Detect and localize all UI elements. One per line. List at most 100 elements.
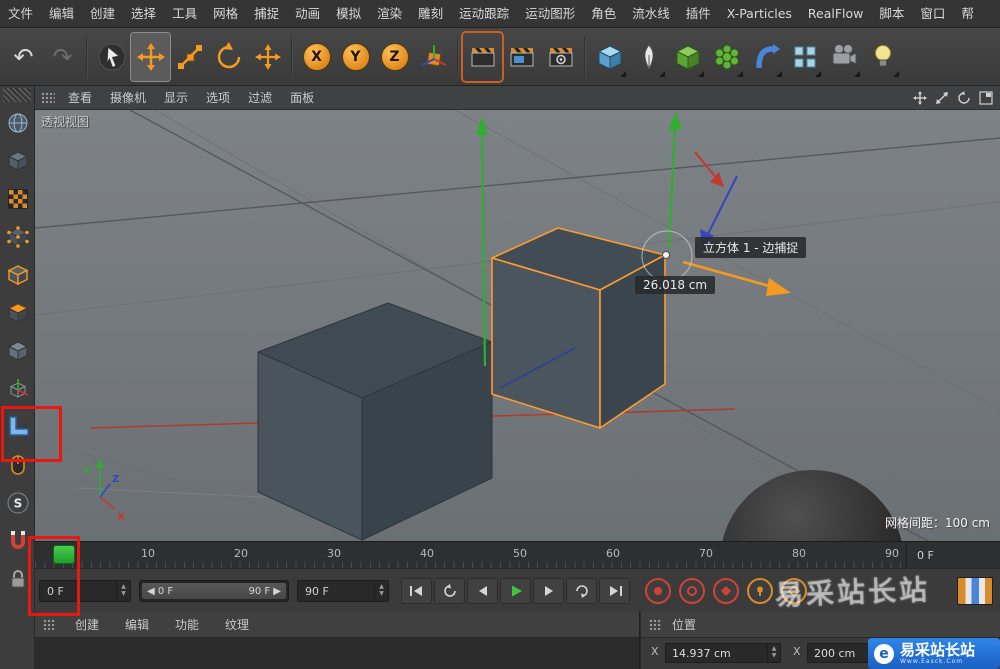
panel-drag-handle[interactable] xyxy=(43,619,56,630)
live-selection-button[interactable] xyxy=(92,33,131,81)
record-keyframe-button[interactable] xyxy=(645,578,671,604)
frame-stepper[interactable]: ▲ ▼ xyxy=(116,581,130,601)
light-button[interactable] xyxy=(863,33,902,81)
texture-mode-button[interactable] xyxy=(0,180,35,218)
previous-frame-button[interactable] xyxy=(467,578,498,604)
menubar-item[interactable]: 运动图形 xyxy=(517,0,583,27)
scale-tool-button[interactable] xyxy=(170,33,209,81)
autokey-button[interactable] xyxy=(679,578,705,604)
menubar-item[interactable]: 文件 xyxy=(0,0,41,27)
undo-button[interactable]: ↶ xyxy=(4,33,43,81)
material-menu-item[interactable]: 编辑 xyxy=(112,616,162,633)
render-picture-viewer-button[interactable] xyxy=(502,33,541,81)
scene-3d[interactable]: Y X Z 透视视图 立方体 1 - 边捕捉 26.018 cm 网格间距：10… xyxy=(35,110,1000,541)
menubar-item[interactable]: 帮 xyxy=(953,0,982,27)
record-options-button[interactable] xyxy=(747,578,773,604)
material-menu-item[interactable]: 功能 xyxy=(162,616,212,633)
magnet-snap-button[interactable] xyxy=(0,522,35,560)
workplane-button[interactable] xyxy=(0,408,35,446)
menubar-item[interactable]: X-Particles xyxy=(719,0,800,27)
menubar-item[interactable]: 模拟 xyxy=(328,0,369,27)
model-mode-button[interactable] xyxy=(0,142,35,180)
menubar-item[interactable]: 工具 xyxy=(164,0,205,27)
snap-s-button[interactable]: S xyxy=(0,484,35,522)
viewport-menu-item[interactable]: 摄像机 xyxy=(101,86,155,110)
lock-x-button[interactable]: X xyxy=(297,33,336,81)
play-loop-button[interactable] xyxy=(566,578,597,604)
polygons-mode-button[interactable] xyxy=(0,294,35,332)
viewport-menu-item[interactable]: 选项 xyxy=(197,86,239,110)
next-frame-button[interactable] xyxy=(533,578,564,604)
cube-object-selected[interactable] xyxy=(491,227,666,429)
coordinate-system-button[interactable] xyxy=(414,33,453,81)
render-settings-button[interactable] xyxy=(541,33,580,81)
key-interpolation-button[interactable] xyxy=(781,578,807,604)
keyframe-selection-button[interactable] xyxy=(713,578,739,604)
menubar-item[interactable]: 运动跟踪 xyxy=(451,0,517,27)
mouse-input-button[interactable] xyxy=(0,446,35,484)
frame-stepper[interactable]: ▲ ▼ xyxy=(374,581,388,601)
object-mode-button[interactable] xyxy=(0,332,35,370)
menubar-item[interactable]: 选择 xyxy=(123,0,164,27)
coord-stepper[interactable]: ▲▼ xyxy=(767,644,780,662)
playhead[interactable] xyxy=(53,545,75,564)
viewport-menu-item[interactable]: 面板 xyxy=(281,86,323,110)
rotate-view-icon[interactable] xyxy=(956,90,972,106)
coord-x-position-field[interactable]: 14.937 cm ▲ ▼ xyxy=(665,643,781,663)
lock-button[interactable] xyxy=(0,560,35,598)
points-mode-button[interactable] xyxy=(0,218,35,256)
menubar-item[interactable]: 动画 xyxy=(287,0,328,27)
menubar-item[interactable]: 插件 xyxy=(678,0,719,27)
axis-mode-button[interactable] xyxy=(0,370,35,408)
current-frame-field[interactable]: 0 F ▲ ▼ xyxy=(39,580,131,602)
material-menu-item[interactable]: 创建 xyxy=(62,616,112,633)
viewport-menu-item[interactable]: 显示 xyxy=(155,86,197,110)
menubar-item[interactable]: 雕刻 xyxy=(410,0,451,27)
viewport-drag-handle[interactable] xyxy=(41,92,55,103)
material-menu-item[interactable]: 纹理 xyxy=(212,616,262,633)
globe-mode-button[interactable] xyxy=(0,104,35,142)
menubar-item[interactable]: 窗口 xyxy=(912,0,953,27)
viewport-menu-item[interactable]: 过滤 xyxy=(239,86,281,110)
rotate-tool-button[interactable] xyxy=(209,33,248,81)
redo-button[interactable]: ↷ xyxy=(43,33,82,81)
menubar-item[interactable]: RealFlow xyxy=(800,0,871,27)
lock-z-button[interactable]: Z xyxy=(375,33,414,81)
zoom-view-icon[interactable] xyxy=(934,90,950,106)
menubar-item[interactable]: 角色 xyxy=(583,0,624,27)
sidebar-drag-handle[interactable] xyxy=(3,88,31,102)
lock-y-button[interactable]: Y xyxy=(336,33,375,81)
end-frame-field[interactable]: 90 F ▲ ▼ xyxy=(297,580,389,602)
goto-start-button[interactable] xyxy=(401,578,432,604)
menubar-item[interactable]: 编辑 xyxy=(41,0,82,27)
frame-range-slider[interactable]: ◀ 0 F 90 F ▶ xyxy=(139,580,289,602)
add-cube-button[interactable] xyxy=(590,33,629,81)
render-view-button[interactable] xyxy=(461,30,504,83)
scene-canvas[interactable]: Y X Z xyxy=(35,110,1000,541)
menubar-item[interactable]: 捕捉 xyxy=(246,0,287,27)
menubar-item[interactable]: 网格 xyxy=(205,0,246,27)
goto-end-button[interactable] xyxy=(599,578,630,604)
move-tool-button[interactable] xyxy=(130,31,171,82)
pan-view-icon[interactable] xyxy=(912,90,928,106)
last-tool-button[interactable] xyxy=(248,33,287,81)
coordinates-manager-icon[interactable] xyxy=(957,577,993,605)
timeline-ruler[interactable]: 10 20 30 40 50 60 70 80 90 xyxy=(35,541,906,568)
pen-spline-button[interactable] xyxy=(629,33,668,81)
mograph-array-button[interactable] xyxy=(785,33,824,81)
edges-mode-button[interactable] xyxy=(0,256,35,294)
viewport-menu-item[interactable]: 查看 xyxy=(59,86,101,110)
view-label[interactable]: 透视视图 xyxy=(41,113,89,130)
menubar-item[interactable]: 脚本 xyxy=(871,0,912,27)
panel-drag-handle[interactable] xyxy=(649,619,662,630)
generators-button[interactable] xyxy=(707,33,746,81)
menubar-item[interactable]: 流水线 xyxy=(624,0,678,27)
range-pill[interactable]: ◀ 0 F 90 F ▶ xyxy=(142,583,286,599)
play-button[interactable] xyxy=(500,578,531,604)
play-backwards-button[interactable] xyxy=(434,578,465,604)
menubar-item[interactable]: 渲染 xyxy=(369,0,410,27)
subdivision-surface-button[interactable] xyxy=(668,33,707,81)
toggle-view-icon[interactable] xyxy=(978,90,994,106)
camera-button[interactable] xyxy=(824,33,863,81)
menubar-item[interactable]: 创建 xyxy=(82,0,123,27)
